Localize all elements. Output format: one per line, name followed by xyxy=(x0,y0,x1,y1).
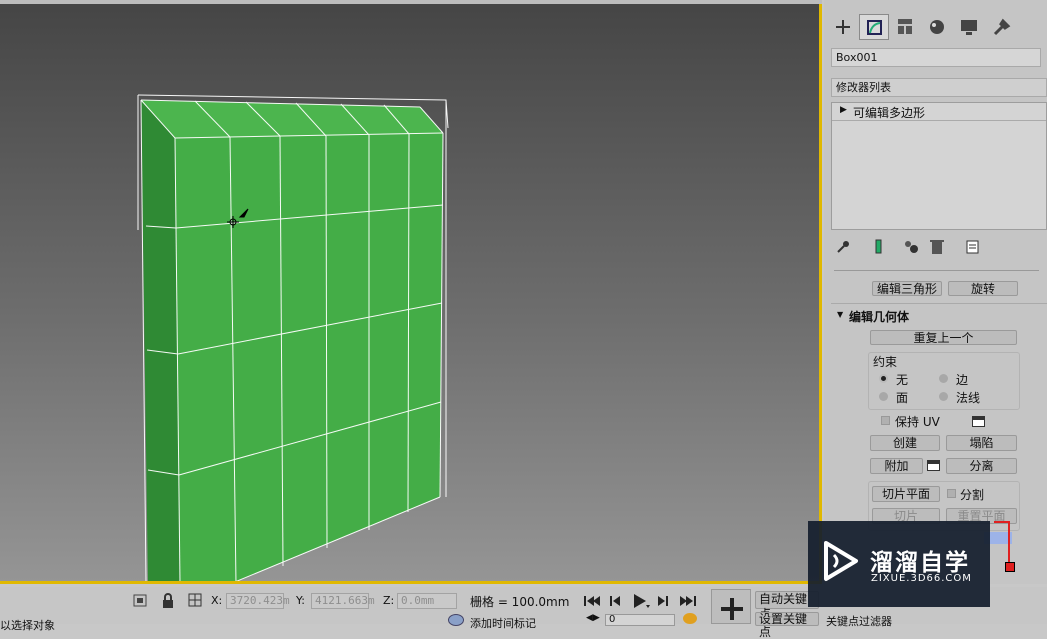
absolute-mode-icon xyxy=(188,593,202,607)
preserve-uv-checkbox[interactable] xyxy=(881,416,890,425)
display-tab-icon[interactable] xyxy=(954,14,984,40)
y-label: Y: xyxy=(296,594,305,607)
rollout-divider xyxy=(831,303,1047,304)
constraint-edge-label: 边 xyxy=(956,373,969,387)
edit-triangles-button[interactable]: 编辑三角形 xyxy=(872,281,942,296)
constraint-normal-radio[interactable] xyxy=(939,392,948,401)
annotation-red-bracket xyxy=(994,521,1010,567)
grid-size-label: 栅格 = 100.0mm xyxy=(470,595,570,609)
x-coordinate-field[interactable]: 3720.423m xyxy=(226,593,290,609)
stack-item-editable-poly[interactable]: ▶ 可编辑多边形 xyxy=(832,103,1046,121)
split-label: 分割 xyxy=(960,488,985,502)
detach-button[interactable]: 分离 xyxy=(946,458,1017,474)
utilities-tab-icon[interactable] xyxy=(986,14,1016,40)
remove-modifier-icon xyxy=(930,240,944,254)
constraint-normal-label: 法线 xyxy=(956,391,981,405)
play-logo-icon xyxy=(824,541,858,581)
play-icon xyxy=(634,594,650,608)
y-coordinate-field[interactable]: 4121.663m xyxy=(311,593,375,609)
time-config-icon[interactable] xyxy=(683,613,697,624)
constraint-face-label: 面 xyxy=(896,391,909,405)
modify-tab-icon[interactable] xyxy=(859,14,889,40)
annotation-red-handle xyxy=(1005,562,1015,572)
collapse-button[interactable]: 塌陷 xyxy=(946,435,1017,451)
constraint-edge-radio[interactable] xyxy=(939,374,948,383)
watermark-brand: 溜溜自学 xyxy=(870,550,970,576)
collapse-rollout-icon[interactable]: ▼ xyxy=(837,310,843,319)
repeat-last-button[interactable]: 重复上一个 xyxy=(870,330,1017,345)
create-tab-icon[interactable] xyxy=(828,14,858,40)
modifier-list-dropdown[interactable]: 修改器列表 xyxy=(831,78,1047,97)
viewport-top-toolbar-strip xyxy=(0,0,822,4)
playback-controls xyxy=(584,594,696,608)
attach-button[interactable]: 附加 xyxy=(870,458,923,474)
attach-list-icon[interactable] xyxy=(927,460,940,471)
current-frame-field[interactable]: 0 xyxy=(605,614,675,626)
time-tag-icon[interactable] xyxy=(448,614,464,626)
pin-stack-icon xyxy=(837,241,849,253)
expand-triangle-icon[interactable]: ▶ xyxy=(840,105,847,115)
constraints-label: 约束 xyxy=(873,355,898,369)
site-watermark: 溜溜自学 ZIXUE.3D66.COM xyxy=(808,521,990,607)
slice-plane-button[interactable]: 切片平面 xyxy=(872,486,940,502)
frame-arrows-icon[interactable]: ◀▶ xyxy=(586,613,600,623)
prompt-line: 以选择对象 xyxy=(0,619,55,632)
hierarchy-tab-icon[interactable] xyxy=(890,14,920,40)
key-plus-icon xyxy=(721,598,743,620)
add-time-tag-button[interactable]: 添加时间标记 xyxy=(470,615,536,631)
preserve-uv-label: 保持 UV xyxy=(895,415,940,429)
object-name-field[interactable]: Box001 xyxy=(831,48,1041,67)
goto-start-icon xyxy=(584,596,600,606)
box-mesh[interactable] xyxy=(0,0,822,584)
padlock-icon xyxy=(163,593,173,608)
split-checkbox[interactable] xyxy=(947,489,956,498)
preserve-uv-settings-icon[interactable] xyxy=(972,416,985,427)
selection-lock-icon xyxy=(133,594,147,607)
z-label: Z: xyxy=(383,594,395,607)
motion-tab-icon[interactable] xyxy=(922,14,952,40)
constraint-face-radio[interactable] xyxy=(879,392,888,401)
command-panel: Box001 修改器列表 ▶ 可编辑多边形 编辑三角形 旋转 ▼ 编辑几何体 重… xyxy=(824,0,1047,584)
constraint-none-label: 无 xyxy=(896,373,909,387)
stack-tools xyxy=(837,239,979,254)
key-filters-button[interactable]: 关键点过滤器 xyxy=(826,613,892,629)
previous-frame-icon xyxy=(610,596,620,606)
x-label: X: xyxy=(211,594,223,607)
configure-modifier-sets-icon xyxy=(966,240,979,254)
stack-item-label: 可编辑多边形 xyxy=(853,106,926,120)
goto-end-icon xyxy=(680,596,696,606)
set-key-big-button[interactable] xyxy=(711,589,751,624)
watermark-url: ZIXUE.3D66.COM xyxy=(871,573,972,584)
modifier-stack[interactable]: ▶ 可编辑多边形 xyxy=(831,102,1047,230)
status-tools xyxy=(133,593,202,608)
perspective-viewport[interactable] xyxy=(0,0,822,584)
panel-divider xyxy=(834,270,1039,271)
show-end-result-icon xyxy=(875,239,882,254)
next-frame-icon xyxy=(658,596,668,606)
edit-geometry-title[interactable]: 编辑几何体 xyxy=(849,308,909,325)
turn-button[interactable]: 旋转 xyxy=(948,281,1018,296)
z-coordinate-field[interactable]: 0.0mm xyxy=(397,593,457,609)
make-unique-icon xyxy=(905,241,918,253)
create-button[interactable]: 创建 xyxy=(870,435,940,451)
constraint-none-radio[interactable] xyxy=(879,374,888,383)
